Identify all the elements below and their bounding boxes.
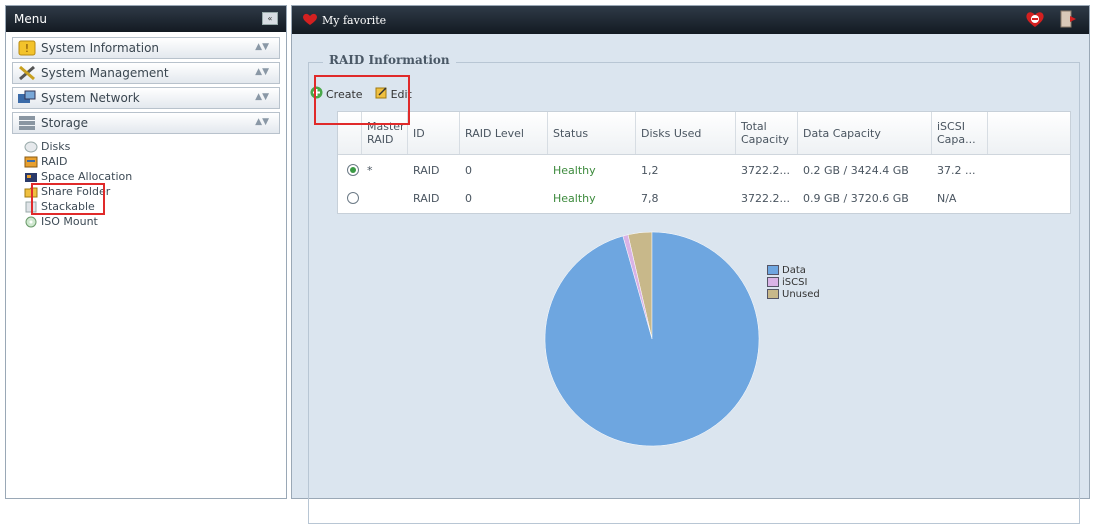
cell-master-raid [362,184,408,212]
pie-legend: Data iSCSI Unused [767,264,820,300]
legend-item-unused: Unused [767,288,820,300]
column-header-empty [988,112,1070,154]
menu-section-label: Storage [41,116,88,130]
menu-section-system-network[interactable]: System Network ▲▼ [12,87,280,109]
legend-swatch-unused [767,289,779,299]
menu-section-label: System Information [41,41,160,55]
cell-disks-used: 1,2 [641,163,659,177]
menu-section-system-information[interactable]: ! System Information ▲▼ [12,37,280,59]
cell-status: Healthy [553,191,596,205]
legend-item-data: Data [767,264,820,276]
content-area: RAID Information Create Edit Master RAID… [292,34,1089,524]
menu-section-system-management[interactable]: System Management ▲▼ [12,62,280,84]
iso-icon [24,216,38,228]
menu-title: Menu [14,12,47,26]
column-header-iscsi-capacity[interactable]: iSCSI Capa... [932,112,988,154]
cell-id: RAID [413,163,440,177]
menu-section-storage[interactable]: Storage ▲▼ [12,112,280,134]
svg-text:!: ! [25,42,29,55]
space-allocation-icon [24,171,38,183]
legend-swatch-iscsi [767,277,779,287]
create-highlight-box [314,75,410,125]
tools-icon [16,65,38,81]
menu-panel: Menu « ! System Information ▲▼ System Ma… [5,5,287,499]
row-select-radio-cell[interactable] [342,184,362,212]
cell-iscsi-capacity: N/A [937,191,957,205]
tree-item-space-allocation[interactable]: Space Allocation [24,169,280,184]
cell-raid-level: 0 [465,163,472,177]
tree-item-label: Disks [41,140,71,153]
storage-icon [16,115,38,131]
network-icon [16,90,38,106]
tree-item-raid[interactable]: RAID [24,154,280,169]
cell-total-capacity: 3722.2... [741,191,790,205]
content-panel: My favorite RAID Information Create Edit [291,5,1090,524]
column-header-status[interactable]: Status [548,112,636,154]
menu-section-label: System Network [41,91,140,105]
row-select-radio-cell[interactable] [342,156,362,184]
raid-usage-pie-chart [544,231,760,447]
logout-icon[interactable] [1059,10,1077,31]
favorite-label[interactable]: My favorite [322,14,386,27]
tree-item-label: Space Allocation [41,170,133,183]
raid-table-header: Master RAID ID RAID Level Status Disks U… [338,112,1070,155]
menu-header: Menu « [6,6,286,32]
chevron-icon: ▲▼ [255,42,269,52]
raid-highlight-box [31,183,105,215]
tree-item-disks[interactable]: Disks [24,139,280,154]
legend-label-iscsi: iSCSI [782,276,808,288]
column-header-data-capacity[interactable]: Data Capacity [798,112,932,154]
table-row[interactable]: RAID 0 Healthy 7,8 3722.2... 0.9 GB / 37… [338,184,1070,212]
chevron-icon: ▲▼ [255,67,269,77]
row-radio-selected[interactable] [347,164,359,176]
raid-information-title: RAID Information [323,53,456,67]
raid-table: Master RAID ID RAID Level Status Disks U… [337,111,1071,214]
top-right-icons [1025,10,1077,31]
heart-icon[interactable] [302,12,318,29]
chevron-icon: ▲▼ [255,92,269,102]
column-header-raid-level[interactable]: RAID Level [460,112,548,154]
legend-label-data: Data [782,264,806,276]
tree-item-label: ISO Mount [41,215,98,228]
cell-raid-level: 0 [465,191,472,205]
chevron-icon: ▲▼ [255,117,269,127]
column-header-total-capacity[interactable]: Total Capacity [736,112,798,154]
legend-label-unused: Unused [782,288,820,300]
info-icon: ! [16,40,38,56]
cell-disks-used: 7,8 [641,191,659,205]
cell-total-capacity: 3722.2... [741,163,790,177]
cell-id: RAID [413,191,440,205]
table-row[interactable]: * RAID 0 Healthy 1,2 3722.2... 0.2 GB / … [338,156,1070,184]
cell-data-capacity: 0.9 GB / 3720.6 GB [803,191,909,205]
cell-iscsi-capacity: 37.2 ... [937,163,976,177]
cell-master-raid: * [367,163,373,177]
column-header-disks-used[interactable]: Disks Used [636,112,736,154]
cell-status: Healthy [553,163,596,177]
menu-section-label: System Management [41,66,169,80]
tree-item-iso-mount[interactable]: ISO Mount [24,214,280,229]
cell-data-capacity: 0.2 GB / 3424.4 GB [803,163,909,177]
no-favorite-icon[interactable] [1025,10,1045,31]
disk-icon [24,141,38,153]
tree-item-label: RAID [41,155,68,168]
column-header-id[interactable]: ID [408,112,460,154]
menu-body: ! System Information ▲▼ System Managemen… [6,32,286,498]
collapse-icon[interactable]: « [262,12,278,25]
top-bar: My favorite [292,6,1089,34]
raid-icon [24,156,38,168]
row-radio[interactable] [347,192,359,204]
pie-slice-data [544,231,760,447]
legend-swatch-data [767,265,779,275]
legend-item-iscsi: iSCSI [767,276,820,288]
